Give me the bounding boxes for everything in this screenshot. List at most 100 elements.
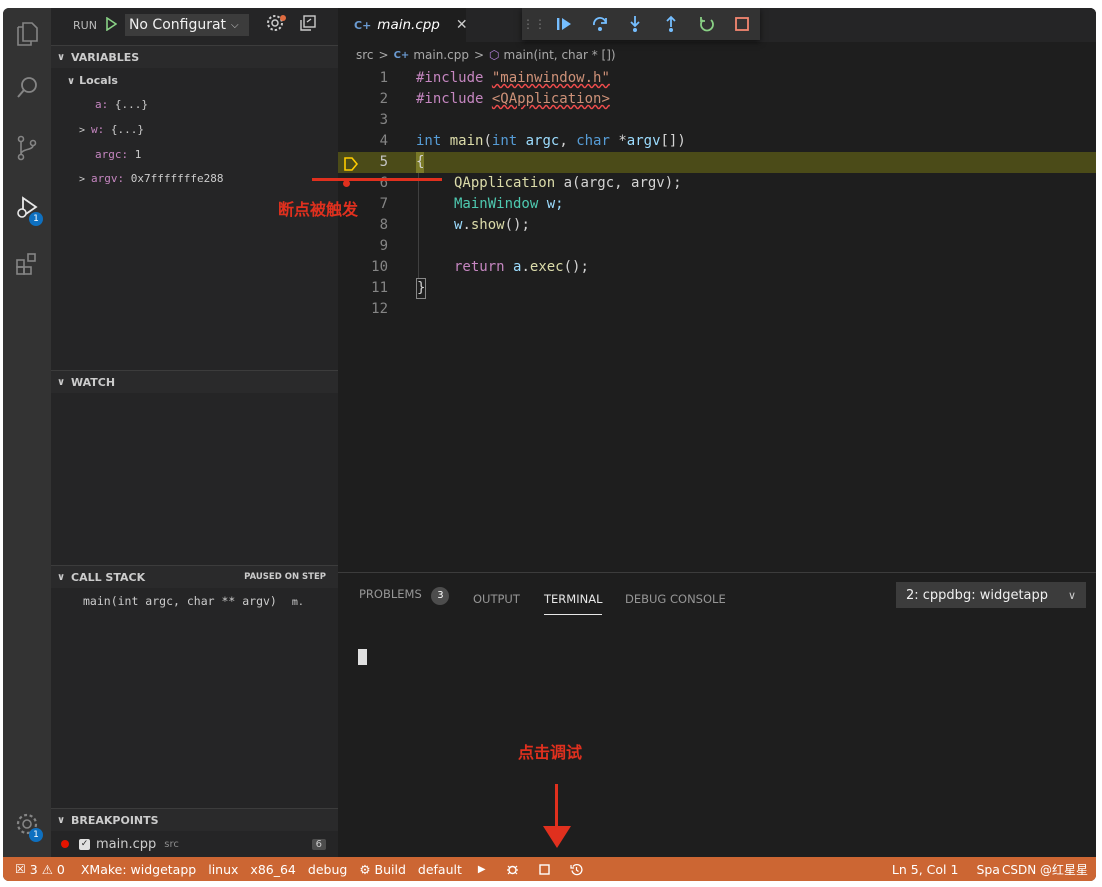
tab-debug-console[interactable]: DEBUG CONSOLE	[625, 592, 726, 614]
xmake-project[interactable]: XMake: widgetapp	[81, 862, 196, 877]
stack-frame-file: m.	[291, 597, 304, 608]
line-number: 1	[379, 70, 388, 86]
debug-console-icon[interactable]	[299, 14, 317, 36]
code-token: a	[513, 259, 522, 275]
launch-config-select[interactable]: No Configurat ⌵	[124, 14, 249, 36]
chevron-right-icon: >	[473, 48, 485, 62]
continue-icon[interactable]	[546, 8, 582, 40]
breadcrumb: src > C+ main.cpp > ⬡ main(int, char * […	[338, 42, 1096, 68]
step-over-icon[interactable]	[582, 8, 618, 40]
stop-square-icon[interactable]	[538, 863, 550, 875]
variables-header[interactable]: ∨ VARIABLES	[51, 45, 338, 68]
code-token: (	[483, 133, 492, 149]
locals-scope[interactable]: ∨ Locals	[67, 70, 118, 92]
debug-bug-icon[interactable]	[506, 863, 519, 876]
indentation-status[interactable]: Spa	[976, 862, 1000, 877]
xmake-mode[interactable]: debug	[308, 862, 347, 877]
stop-icon[interactable]	[724, 8, 760, 40]
source-control-icon[interactable]	[3, 128, 51, 168]
start-debugging-icon[interactable]	[105, 16, 119, 35]
variable-row[interactable]: > argv: 0x7fffffffe288	[79, 168, 224, 190]
drag-handle-icon[interactable]: ⋮⋮	[522, 8, 546, 40]
breadcrumb-symbol[interactable]: main(int, char * [])	[504, 48, 616, 62]
chevron-right-icon: >	[378, 48, 389, 62]
current-line-highlight: 5{	[338, 152, 1096, 173]
breadcrumb-file[interactable]: main.cpp	[413, 48, 469, 62]
call-stack-title: CALL STACK	[71, 570, 146, 584]
problems-count-badge: 3	[431, 587, 450, 605]
code-token: QApplication	[454, 175, 556, 191]
debug-stackframe-arrow-icon	[344, 156, 359, 175]
code-line: 2 #include <QApplication>	[338, 89, 1096, 110]
run-debug-icon[interactable]: 1	[3, 188, 51, 228]
problems-status[interactable]: ☒ 3 ⚠ 0	[15, 862, 65, 877]
watch-header[interactable]: ∨ WATCH	[51, 370, 338, 393]
code-line: 3	[338, 110, 1096, 131]
history-icon[interactable]	[569, 863, 583, 876]
code-token: }	[416, 278, 427, 299]
breakpoints-header[interactable]: ∨ BREAKPOINTS	[51, 808, 338, 831]
breadcrumb-folder[interactable]: src	[356, 48, 374, 62]
breakpoint-checkbox[interactable]: ✓	[79, 838, 90, 850]
code-line: 12	[338, 299, 1096, 320]
code-editor[interactable]: 1 #include "mainwindow.h" 2 #include <QApp…	[338, 68, 1096, 572]
code-token: w;	[538, 196, 564, 212]
code-token: [])	[660, 133, 686, 149]
variable-row[interactable]: > w: {...}	[79, 119, 144, 141]
variable-value: 1	[134, 148, 142, 161]
variable-name: argv:	[91, 172, 125, 185]
tab-label: main.cpp	[377, 17, 440, 33]
annotation-line	[312, 178, 442, 181]
code-token: {	[416, 152, 425, 173]
variable-row[interactable]: a: {...}	[95, 94, 148, 116]
code-line: 6 QApplication a(argc, argv);	[338, 173, 1096, 194]
line-number: 4	[379, 133, 388, 149]
cursor-position[interactable]: Ln 5, Col 1	[892, 862, 959, 877]
code-line: 11}	[338, 278, 1096, 299]
breakpoint-item[interactable]: ✓ main.cpp src 6	[51, 833, 338, 855]
xmake-platform[interactable]: linux	[208, 862, 238, 877]
line-number: 8	[379, 217, 388, 233]
xmake-target[interactable]: default	[418, 862, 462, 877]
annotation-dot	[343, 180, 350, 187]
code-token: main	[449, 133, 484, 149]
close-icon[interactable]: ✕	[456, 17, 468, 33]
activity-bar: 1 1	[3, 8, 51, 857]
variable-name: a:	[95, 98, 109, 111]
breakpoint-line-badge: 6	[311, 838, 326, 850]
extensions-icon[interactable]	[3, 244, 51, 284]
tab-terminal[interactable]: TERMINAL	[544, 592, 603, 615]
restart-icon[interactable]	[689, 8, 725, 40]
line-number: 12	[371, 301, 388, 317]
tab-label: PROBLEMS	[359, 587, 422, 601]
call-stack-header[interactable]: ∨ CALL STACK PAUSED ON STEP	[51, 565, 338, 588]
code-token: <QApplication>	[491, 91, 610, 107]
line-number: 2	[379, 91, 388, 107]
line-number: 11	[371, 280, 388, 296]
variable-row[interactable]: argc: 1	[95, 144, 141, 166]
step-into-icon[interactable]	[617, 8, 653, 40]
open-launch-json-icon[interactable]	[266, 14, 287, 36]
chevron-down-icon: ∨	[67, 76, 76, 87]
line-number: 7	[379, 196, 388, 212]
explorer-icon[interactable]	[3, 14, 51, 54]
run-play-icon[interactable]: ▶	[478, 864, 486, 875]
error-icon: ☒	[15, 862, 26, 876]
search-icon[interactable]	[3, 68, 51, 108]
tab-main-cpp[interactable]: C+ main.cpp ✕	[338, 8, 468, 42]
terminal-cursor[interactable]	[358, 649, 367, 665]
terminal-select[interactable]: 2: cppdbg: widgetapp ∨	[896, 582, 1086, 608]
settings-badge: 1	[29, 828, 43, 842]
tab-problems[interactable]: PROBLEMS 3	[359, 587, 450, 609]
watermark: CSDN @红星星	[1001, 862, 1088, 877]
settings-gear-icon[interactable]: 1	[3, 804, 51, 844]
build-button[interactable]: ⚙ Build	[359, 862, 406, 877]
xmake-arch[interactable]: x86_64	[250, 862, 295, 877]
chevron-down-icon: ∨	[1067, 588, 1076, 602]
step-out-icon[interactable]	[653, 8, 689, 40]
warning-count: 0	[56, 861, 65, 877]
chevron-down-icon: ⌵	[231, 19, 239, 31]
stack-frame[interactable]: main(int argc, char ** argv) m.	[83, 590, 304, 612]
line-number: 6	[379, 175, 388, 191]
tab-output[interactable]: OUTPUT	[473, 592, 520, 614]
